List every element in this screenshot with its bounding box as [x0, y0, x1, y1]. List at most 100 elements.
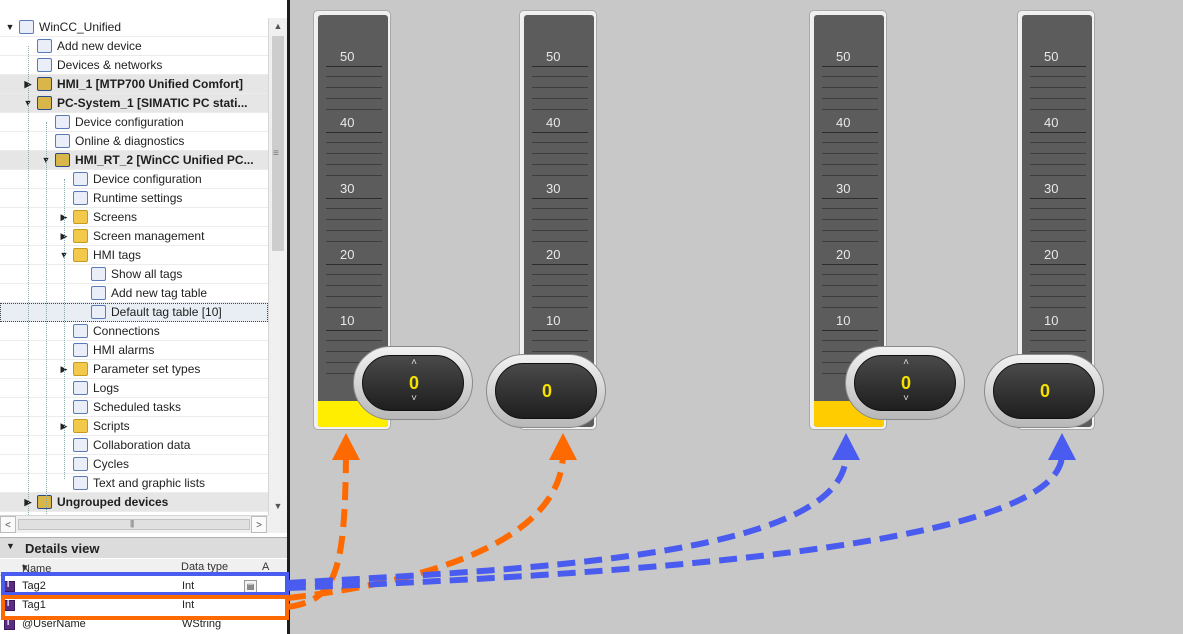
tree-item[interactable]: ▼ PC-System_1 [SIMATIC PC stati... [0, 94, 268, 113]
gauge-major-tick [822, 132, 878, 133]
gauge-minor-tick [1030, 274, 1086, 275]
scroll-right-arrow-icon[interactable]: > [251, 516, 267, 533]
tree-item[interactable]: Default tag table [10] [0, 303, 268, 322]
value-display[interactable]: 0 [486, 354, 606, 428]
scroll-up-arrow-icon[interactable]: ▲ [269, 18, 287, 35]
tree-horizontal-scrollbar[interactable]: < ||| > [0, 515, 268, 533]
app-root: ▼ WinCC_Unified Add new device Devices & ne… [0, 0, 1183, 634]
details-view-header[interactable]: ▼ Details view [0, 537, 287, 558]
details-row-tag2[interactable]: Tag2 Int ▤ [0, 577, 287, 596]
network-icon [37, 58, 52, 72]
gauge-scale-label: 30 [836, 181, 851, 196]
table-menu-icon[interactable]: ▤ [244, 580, 257, 593]
gauge-major-tick [822, 66, 878, 67]
spin-up-icon[interactable]: ˄ [363, 357, 465, 368]
details-view-title: Details view [25, 541, 100, 556]
tree-item[interactable]: Devices & networks [0, 56, 268, 75]
tree-item[interactable]: Text and graphic lists [0, 474, 268, 493]
gauge-minor-tick [1030, 307, 1086, 308]
gauge-major-tick [532, 132, 588, 133]
scroll-left-arrow-icon[interactable]: < [0, 516, 16, 533]
gauge-minor-tick [326, 76, 382, 77]
add-device-icon [37, 39, 52, 53]
add-tag-table-icon [91, 286, 106, 300]
diagnostics-icon [55, 134, 70, 148]
tree-item[interactable]: Device configuration [0, 113, 268, 132]
tree-item-label: Ungrouped devices [57, 495, 169, 509]
folder-screen-management-icon [73, 229, 88, 243]
tree-item[interactable]: HMI alarms [0, 341, 268, 360]
tree-item[interactable]: Collaboration data [0, 436, 268, 455]
tree-item[interactable]: Runtime settings [0, 189, 268, 208]
tree-item[interactable]: ▶ Parameter set types [0, 360, 268, 379]
tree-item-label: Device configuration [75, 115, 184, 129]
tree-item[interactable]: ▶ Screen management [0, 227, 268, 246]
value-spinner[interactable]: ˄ 0 ˅ [353, 346, 473, 420]
gauge-minor-tick [326, 340, 382, 341]
gauge-scale-label: 20 [836, 247, 851, 262]
tree-item[interactable]: ▼ HMI_RT_2 [WinCC Unified PC... [0, 151, 268, 170]
gauge-scale-label: 50 [836, 49, 851, 64]
gauge-minor-tick [532, 296, 588, 297]
tree-item[interactable]: ▶ HMI_1 [MTP700 Unified Comfort] [0, 75, 268, 94]
gauge-major-tick [1030, 264, 1086, 265]
tree-item[interactable]: Show all tags [0, 265, 268, 284]
details-row-username[interactable]: @UserName WString [0, 615, 287, 634]
column-header-name[interactable]: Name ▾ [22, 561, 51, 575]
tree-item[interactable]: Add new tag table [0, 284, 268, 303]
spin-down-icon[interactable]: ˅ [363, 393, 465, 404]
gauge-minor-tick [822, 142, 878, 143]
gauge-minor-tick [532, 87, 588, 88]
tree-item[interactable]: Cycles [0, 455, 268, 474]
gauge-major-tick [1030, 132, 1086, 133]
tree-item[interactable]: Device configuration [0, 170, 268, 189]
gauge-scale-label: 20 [340, 247, 355, 262]
scrollbar-thumb[interactable] [272, 36, 284, 251]
details-row-tag1[interactable]: Tag1 Int [0, 596, 287, 615]
scheduled-tasks-icon [73, 400, 88, 414]
display-inner: ˄ 0 ˅ [854, 355, 956, 411]
gauge-scale-label: 10 [1044, 313, 1059, 328]
show-all-tags-icon [91, 267, 106, 281]
gauge-scale-label: 30 [546, 181, 561, 196]
scroll-down-arrow-icon[interactable]: ▼ [269, 498, 287, 515]
tree-item[interactable]: ▶ Screens [0, 208, 268, 227]
gauge-major-tick [822, 198, 878, 199]
tree-item[interactable]: ▼ WinCC_Unified [0, 18, 268, 37]
gauge-minor-tick [1030, 175, 1086, 176]
gauge-minor-tick [326, 208, 382, 209]
project-tree: ▼ WinCC_Unified Add new device Devices & ne… [0, 18, 268, 515]
column-header-data-type[interactable]: Data type [181, 561, 228, 573]
column-header-address[interactable]: A [262, 561, 269, 573]
tree-item[interactable]: Logs [0, 379, 268, 398]
tree-item[interactable]: Online & diagnostics [0, 132, 268, 151]
folder-screens-icon [73, 210, 88, 224]
collaboration-icon [73, 438, 88, 452]
alarm-envelope-icon [73, 343, 88, 357]
display-value: 0 [1039, 381, 1050, 401]
gauge-scale-label: 20 [1044, 247, 1059, 262]
gauge-minor-tick [326, 296, 382, 297]
collapse-details-icon[interactable]: ▼ [6, 541, 15, 551]
tree-item[interactable]: ▶ Scripts [0, 417, 268, 436]
gauge-minor-tick [532, 98, 588, 99]
folder-parameter-icon [73, 362, 88, 376]
tree-item[interactable]: Connections [0, 322, 268, 341]
tree-item[interactable]: ▼ HMI tags [0, 246, 268, 265]
tree-vertical-scrollbar[interactable]: ▲ ≡ ▼ [268, 18, 287, 515]
value-spinner[interactable]: ˄ 0 ˅ [845, 346, 965, 420]
gauge-minor-tick [822, 219, 878, 220]
tree-item[interactable]: Add new device [0, 37, 268, 56]
device-config-icon [73, 172, 88, 186]
gauge-minor-tick [1030, 219, 1086, 220]
spin-up-icon[interactable]: ˄ [855, 357, 957, 368]
tree-item[interactable]: ▶ Ungrouped devices [0, 493, 268, 512]
tree-item[interactable]: Scheduled tasks [0, 398, 268, 417]
spin-down-icon[interactable]: ˅ [855, 393, 957, 404]
value-display[interactable]: 0 [984, 354, 1104, 428]
horizontal-scrollbar-thumb[interactable] [18, 519, 250, 530]
gauge-minor-tick [822, 296, 878, 297]
tree-item-label: Add new tag table [111, 286, 208, 300]
collapse-arrow-icon[interactable]: ▼ [4, 18, 16, 36]
gauge-scale-label: 30 [1044, 181, 1059, 196]
